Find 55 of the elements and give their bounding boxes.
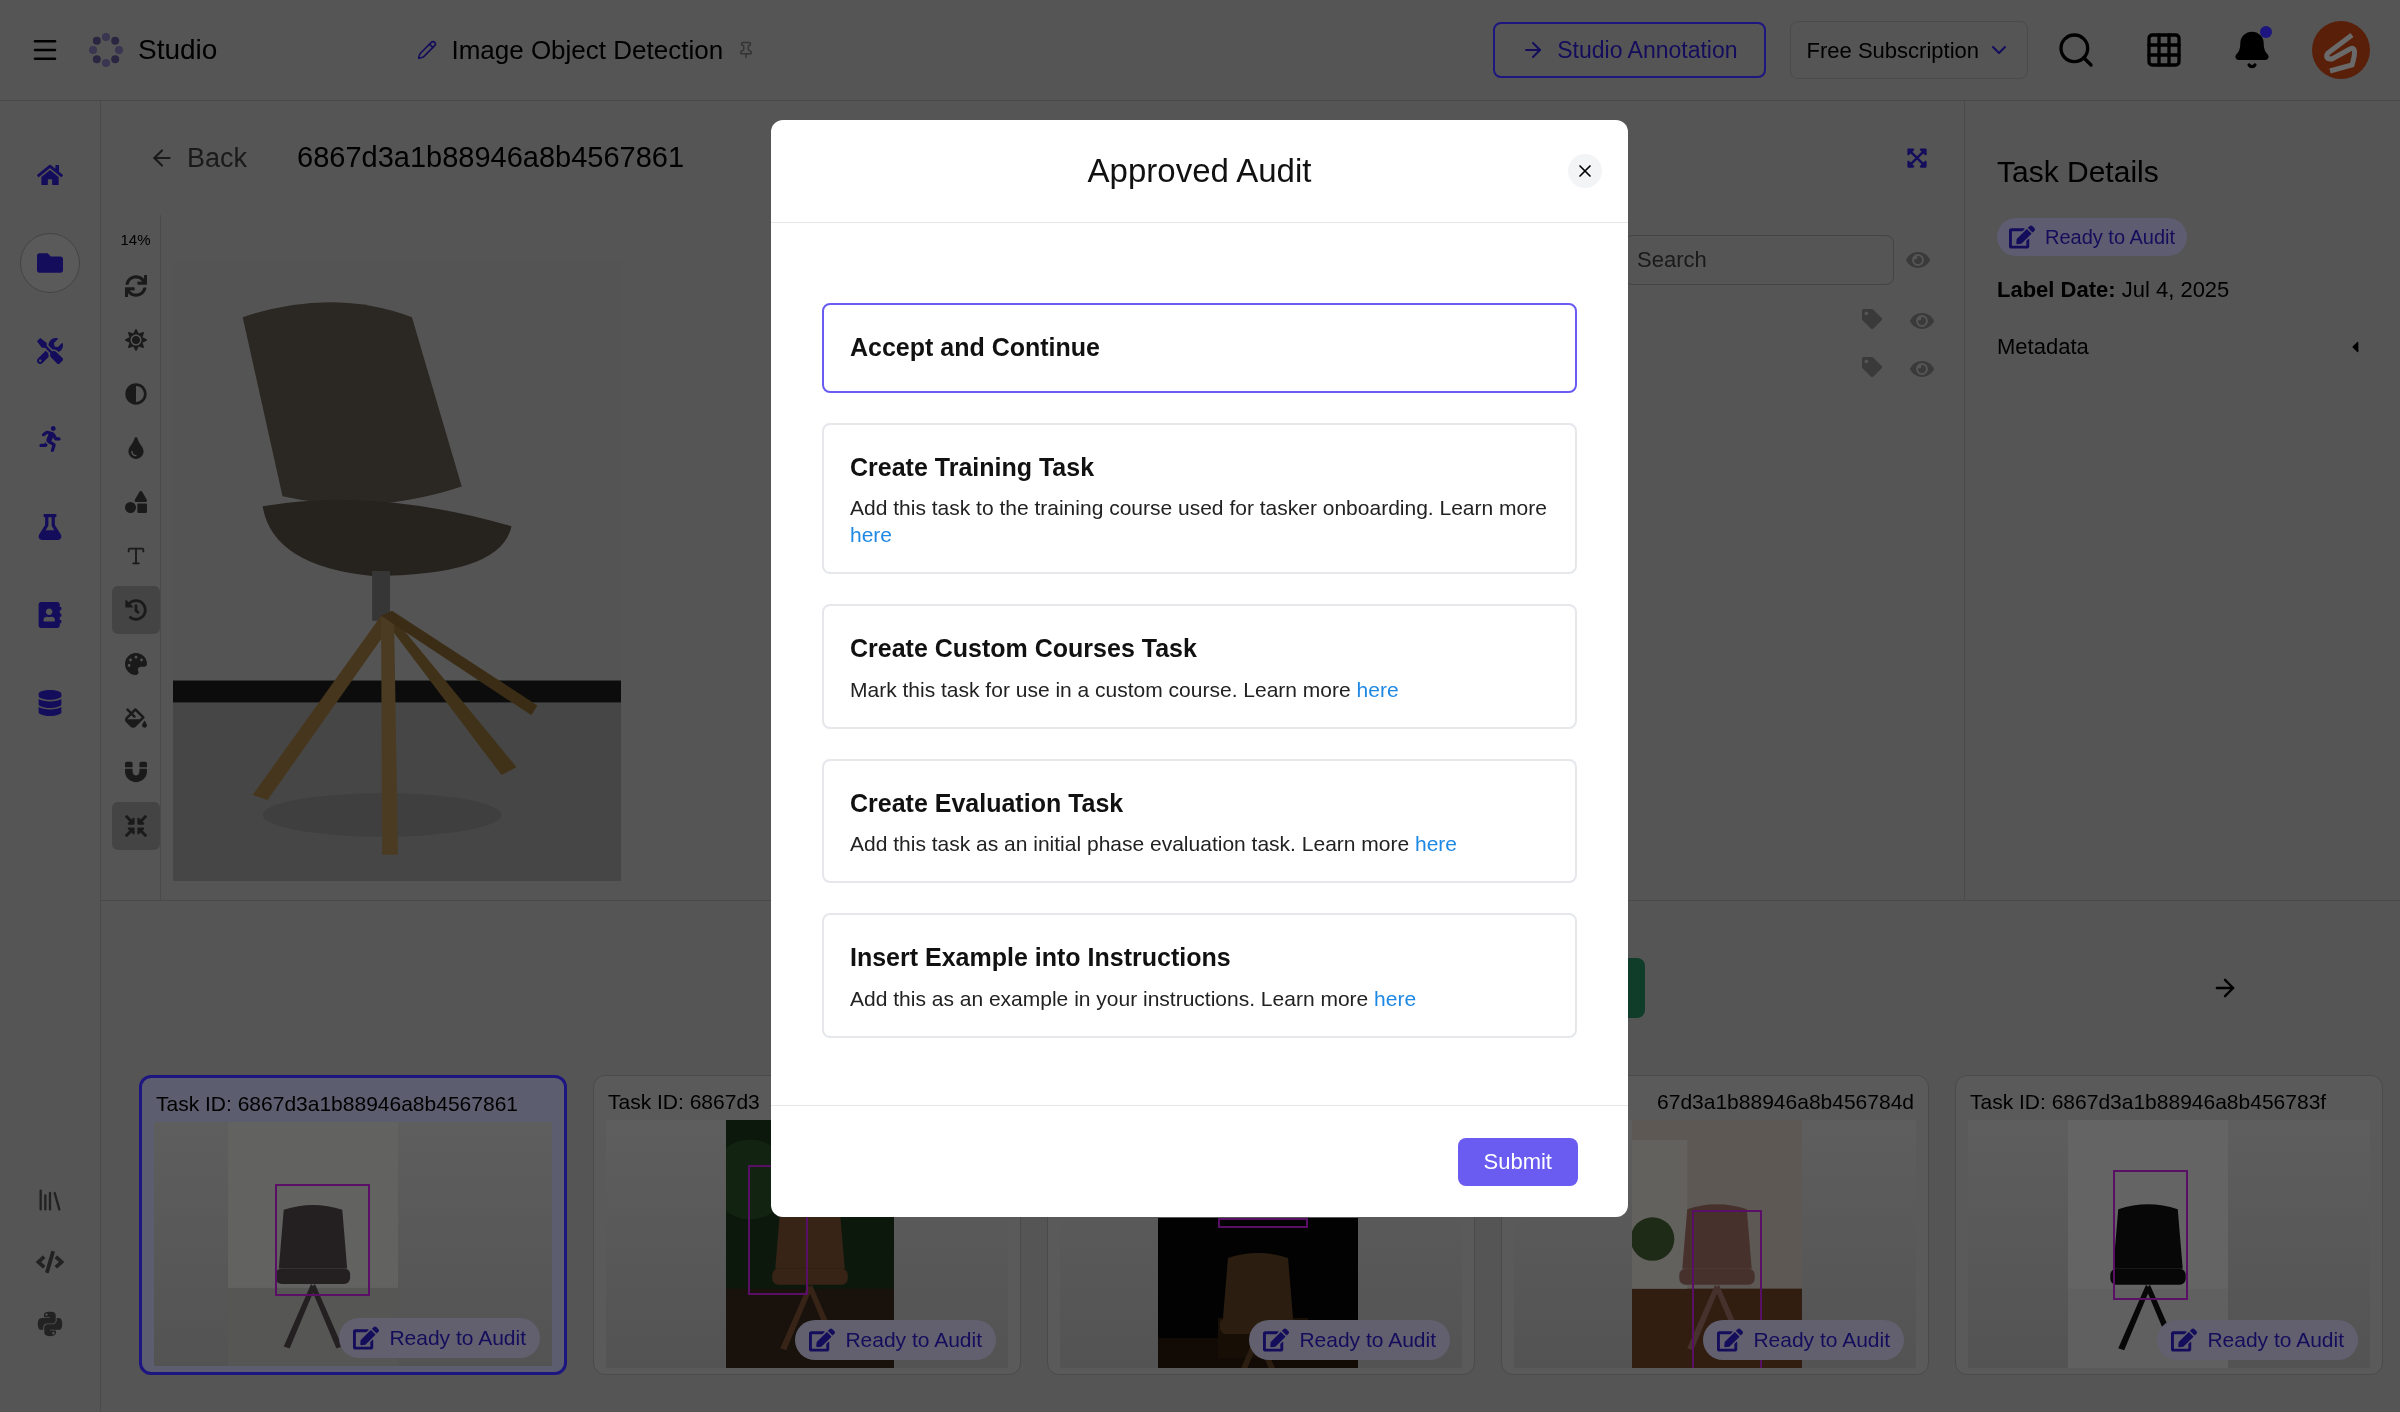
option-description: Add this task to the training course used for tasker onboarding. Learn more here: [850, 495, 1548, 548]
studio-annotation-button[interactable]: Studio Annotation: [1493, 22, 1766, 78]
task-id: Task ID: 6867d3a1b88946a8b4567861: [156, 1091, 518, 1117]
apps-grid-icon[interactable]: [2144, 30, 2184, 70]
python-icon[interactable]: [36, 1310, 64, 1338]
tag-icon[interactable]: [1862, 309, 1882, 329]
expand-icon[interactable]: [1906, 147, 1928, 169]
task-id: 67d3a1b88946a8b456784d: [1657, 1089, 1914, 1115]
thumbnail-card[interactable]: Task ID: 6867d3a1b88946a8b4567861 Ready to Audit: [139, 1075, 567, 1375]
learn-more-link[interactable]: here: [1415, 832, 1458, 855]
panel-title: Task Details: [1997, 154, 2160, 190]
close-button[interactable]: [1568, 154, 1602, 188]
thumbnail-card[interactable]: Task ID: 6867d3a1b88946a8b456783f Ready to Audit: [1955, 1075, 2383, 1375]
task-id-title: 6867d3a1b88946a8b4567861: [297, 140, 685, 176]
project-title: Image Object Detection: [451, 33, 724, 67]
task-id: Task ID: 6867d3a1b88946a8b456783f: [1970, 1089, 2327, 1115]
option-card[interactable]: Insert Example into Instructions Add this as an example in your instructions. Learn more here: [822, 913, 1577, 1038]
option-card[interactable]: Create Evaluation Task Add this task as an initial phase evaluation task. Learn more here: [822, 758, 1577, 883]
metadata-label: Metadata: [1997, 333, 2089, 361]
logo-icon: [88, 32, 124, 68]
learn-more-link[interactable]: here: [1374, 986, 1417, 1010]
option-title: Create Training Task: [850, 451, 1096, 483]
option-title: Create Evaluation Task: [850, 787, 1125, 819]
status-badge: Ready to Audit: [339, 1318, 540, 1358]
option-card[interactable]: Create Training Task Add this task to the training course used for tasker onboarding. Learn more here: [822, 422, 1577, 574]
status-badge: Ready to Audit: [1703, 1320, 1904, 1360]
option-card[interactable]: Accept and Continue: [822, 303, 1577, 393]
avatar[interactable]: [2312, 21, 2370, 79]
task-id: Task ID: 6867d3: [608, 1089, 760, 1115]
option-title: Accept and Continue: [850, 332, 1101, 363]
history-icon[interactable]: [111, 585, 160, 634]
option-title: Insert Example into Instructions: [850, 942, 1232, 973]
back-button[interactable]: Back: [149, 137, 248, 179]
learn-more-link[interactable]: here: [1356, 677, 1399, 701]
option-description: Add this task as an initial phase evaluation task. Learn more here: [850, 831, 1459, 857]
search-icon[interactable]: [2056, 30, 2096, 70]
learn-more-link[interactable]: here: [850, 523, 893, 546]
subscription-dropdown[interactable]: Free Subscription: [1789, 21, 2028, 79]
label-date: Label Date: Jul 4, 2025: [1997, 276, 2231, 304]
tag-icon[interactable]: [1862, 357, 1882, 377]
status-badge: Ready to Audit: [2157, 1320, 2358, 1360]
dialog-title: Approved Audit: [1087, 151, 1312, 192]
status-badge: Ready to Audit: [795, 1320, 996, 1360]
code-icon[interactable]: [36, 1248, 64, 1276]
status-badge: Ready to Audit: [1249, 1320, 1450, 1360]
app-name: Studio: [138, 33, 218, 67]
compress-icon[interactable]: [111, 801, 160, 850]
zoom-level: 14%: [120, 230, 151, 250]
option-title: Create Custom Courses Task: [850, 633, 1198, 664]
submit-button[interactable]: Submit: [1457, 1137, 1578, 1186]
option-card[interactable]: Create Custom Courses Task Mark this task for use in a custom course. Learn more here: [822, 604, 1577, 729]
option-description: Mark this task for use in a custom course. Learn more here: [850, 676, 1400, 703]
status-badge: Ready to Audit: [1997, 218, 2188, 256]
option-description: Add this as an example in your instructions. Learn more here: [850, 985, 1418, 1012]
edit-icon[interactable]: [417, 40, 438, 60]
